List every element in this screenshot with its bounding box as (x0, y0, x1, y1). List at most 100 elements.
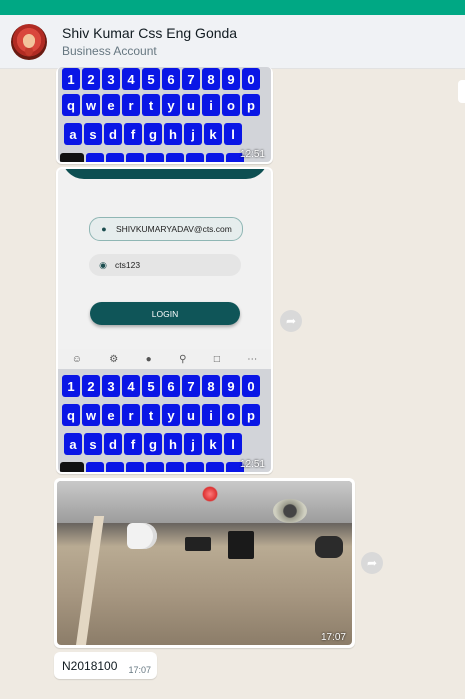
photo-red-light (202, 486, 218, 502)
keyboard-key: 5 (142, 68, 160, 90)
image-message-keyboard[interactable]: 1234567890 qwertyuiop asdfghjkl 12:51 (56, 67, 273, 164)
keyboard-key: 3 (102, 68, 120, 90)
keyboard-key: t (142, 94, 160, 116)
message-time: 17:07 (320, 632, 346, 643)
keyboard-key: 7 (182, 68, 200, 90)
keyboard-key: h (164, 123, 182, 145)
keyboard-key: s (84, 433, 102, 455)
image-message-photo[interactable]: 17:07 (54, 478, 355, 648)
keyboard-key: 6 (162, 68, 180, 90)
chat-header[interactable]: Shiv Kumar Css Eng Gonda Business Accoun… (0, 15, 465, 69)
keyboard-key: 5 (142, 375, 160, 397)
login-button: LOGIN (90, 302, 240, 325)
keyboard-key: l (224, 433, 242, 455)
photo-siren (127, 523, 157, 549)
keyboard-key: 6 (162, 375, 180, 397)
contact-name[interactable]: Shiv Kumar Css Eng Gonda (62, 25, 237, 41)
login-screen: ● SHIVKUMARYADAV@cts.com ◉ cts123 LOGIN (58, 169, 271, 349)
keyboard-letter-row-1: qwertyuiop (62, 404, 260, 426)
keyboard-key: o (222, 404, 240, 426)
keyboard-toolbar: ☺ ⚙ ● ⚲ □ ⋯ (58, 349, 271, 369)
keyboard-key: a (64, 123, 82, 145)
keyboard-key: r (122, 404, 140, 426)
contact-subtitle: Business Account (62, 44, 157, 58)
photo-round-fixture (273, 499, 307, 523)
keyboard-key: f (124, 433, 142, 455)
keyboard-key: e (102, 94, 120, 116)
keyboard-key: u (182, 404, 200, 426)
keyboard-key: j (184, 433, 202, 455)
emoji-icon: ☺ (71, 353, 82, 365)
keyboard-key: l (224, 123, 242, 145)
keyboard-key: t (142, 404, 160, 426)
image-frame: ● SHIVKUMARYADAV@cts.com ◉ cts123 LOGIN … (58, 169, 271, 472)
photo-content (57, 481, 352, 645)
contact-avatar[interactable] (11, 24, 47, 60)
user-icon: ● (101, 224, 107, 234)
keyboard-key: y (162, 404, 180, 426)
photo-post (75, 516, 105, 645)
eye-off-icon: ◉ (99, 259, 107, 270)
keyboard-key: 2 (82, 68, 100, 90)
keyboard-key: q (62, 404, 80, 426)
keyboard-key: p (242, 404, 260, 426)
image-frame: 17:07 (57, 481, 352, 645)
keyboard-key: y (162, 94, 180, 116)
keyboard-letter-row-2: asdfghjkl (64, 433, 242, 455)
keyboard-screenshot: 1234567890 qwertyuiop asdfghjkl (58, 369, 271, 472)
settings-icon: ⚙ (109, 353, 119, 365)
keyboard-key: s (84, 123, 102, 145)
keyboard-number-row: 1234567890 (62, 375, 260, 397)
top-accent-bar (0, 0, 465, 15)
keyboard-key: i (202, 94, 220, 116)
message-text: N2018100 (62, 659, 118, 673)
keyboard-key: j (184, 123, 202, 145)
image-frame: 1234567890 qwertyuiop asdfghjkl 12:51 (58, 67, 271, 162)
email-value: SHIVKUMARYADAV@cts.com (116, 224, 232, 234)
message-time: 17:07 (128, 665, 151, 675)
keyboard-key: o (222, 94, 240, 116)
keyboard-key: f (124, 123, 142, 145)
image-message-login[interactable]: ● SHIVKUMARYADAV@cts.com ◉ cts123 LOGIN … (56, 167, 273, 474)
forward-icon[interactable]: ➦ (280, 310, 302, 332)
keyboard-bottom-row (60, 153, 244, 162)
more-icon: ⋯ (247, 353, 258, 365)
keyboard-key: a (64, 433, 82, 455)
keyboard-key: e (102, 404, 120, 426)
password-field: ◉ cts123 (89, 254, 241, 276)
keyboard-letter-row-1: qwertyuiop (62, 94, 260, 116)
email-field: ● SHIVKUMARYADAV@cts.com (89, 217, 243, 241)
keyboard-key: k (204, 123, 222, 145)
text-message[interactable]: N2018100 17:07 (54, 652, 157, 679)
keyboard-key: w (82, 404, 100, 426)
keyboard-screenshot: 1234567890 qwertyuiop asdfghjkl (58, 67, 271, 162)
keyboard-key: p (242, 94, 260, 116)
keyboard-bottom-row (60, 462, 244, 472)
keyboard-key: 3 (102, 375, 120, 397)
keyboard-key: 9 (222, 68, 240, 90)
search-icon: ⚲ (179, 353, 187, 365)
keyboard-number-row: 1234567890 (62, 68, 260, 90)
keyboard-key: 4 (122, 68, 140, 90)
keyboard-key: 2 (82, 375, 100, 397)
mic-icon: ● (145, 353, 152, 365)
keyboard-key: u (182, 94, 200, 116)
keyboard-key: d (104, 123, 122, 145)
forward-icon[interactable]: ➦ (361, 552, 383, 574)
keyboard-key: 0 (242, 375, 260, 397)
keyboard-key: 9 (222, 375, 240, 397)
keyboard-key: g (144, 433, 162, 455)
keyboard-key: 7 (182, 375, 200, 397)
keyboard-key: q (62, 94, 80, 116)
message-time: 12:51 (239, 459, 265, 470)
keyboard-key: 8 (202, 68, 220, 90)
clipboard-icon: □ (213, 353, 220, 365)
keyboard-key: k (204, 433, 222, 455)
keyboard-key: 1 (62, 68, 80, 90)
keyboard-key: 8 (202, 375, 220, 397)
keyboard-key: 0 (242, 68, 260, 90)
password-value: cts123 (115, 260, 141, 270)
keyboard-key: 1 (62, 375, 80, 397)
keyboard-key: d (104, 433, 122, 455)
photo-black-box (228, 531, 254, 559)
